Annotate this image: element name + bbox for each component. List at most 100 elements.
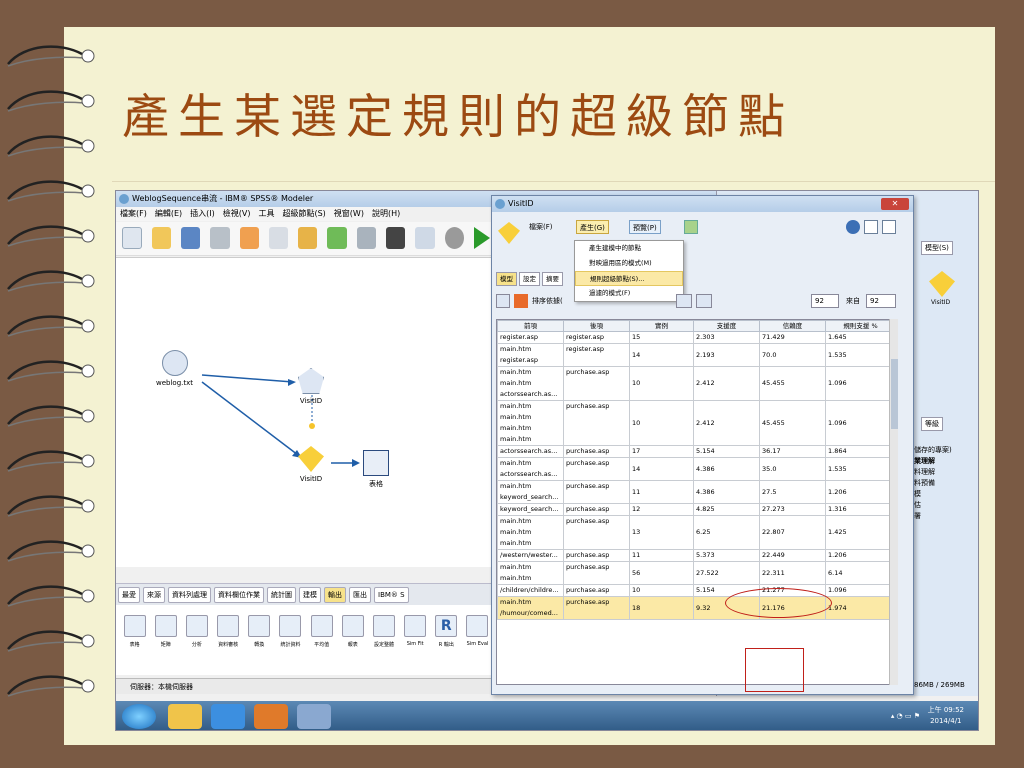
palette-data-audit[interactable]: 資料審核 [216,615,241,665]
menu-supernode[interactable]: 超級節點(S) [282,207,325,221]
node-table-output[interactable]: 表格 [363,450,389,489]
print-icon[interactable] [210,227,230,249]
menu-help[interactable]: 說明(H) [372,207,400,221]
save-icon[interactable] [180,227,201,249]
palette-tab-graphs[interactable]: 統計圖 [267,587,296,603]
palette-transform[interactable]: 轉換 [247,615,272,665]
palette-tab-export[interactable]: 匯出 [349,587,371,603]
palette-tab-field-ops[interactable]: 資料欄位作業 [214,587,264,603]
spss-task-icon[interactable] [297,704,331,729]
table-row[interactable]: main.htm main.htm actorssearch.as... purcha… [497,366,893,401]
col-antecedent[interactable]: 前項 [497,320,564,332]
table-row[interactable]: main.htm/humour/comed... purchase.asp 18 9.… [497,596,893,620]
edit-icon[interactable] [415,227,435,249]
palette-set-globals[interactable]: 設定整體 [371,615,396,665]
palette-tab-record-ops[interactable]: 資料列處理 [168,587,211,603]
palette-sim-fit[interactable]: Sim Fit [403,615,428,665]
tree-item[interactable]: 料理解 [914,467,952,478]
palette-matrix[interactable]: 矩陣 [153,615,178,665]
node-sequence-nugget[interactable]: VisitID [298,446,324,483]
stop-icon[interactable] [444,227,464,249]
export-icon[interactable] [684,220,698,234]
table-row[interactable]: main.htm register.asp register.asp 14 2.193 7… [497,343,893,367]
tab-summary[interactable]: 摘要 [542,272,563,286]
palette-statistics[interactable]: 統計資料 [278,615,303,665]
palette-sim-eval[interactable]: Sim Eval [465,615,490,665]
redo-icon[interactable] [356,227,377,249]
palette-report[interactable]: 報表 [340,615,365,665]
tab-settings[interactable]: 設定 [519,272,540,286]
table-row[interactable]: main.htm main.htm main.htm main.htm purchase… [497,400,893,446]
show-icon[interactable] [496,294,510,308]
filter-icon[interactable] [696,294,712,308]
close-icon[interactable]: ✕ [881,198,909,210]
tab-model[interactable]: 模型 [496,272,517,286]
start-icon[interactable] [122,704,156,729]
node-sequence-model[interactable]: VisitID [298,368,324,405]
help-icon[interactable] [846,220,860,234]
tree-item[interactable]: 儲存的專案) [914,445,952,456]
table-scrollbar[interactable] [889,319,898,685]
table-row[interactable]: actorssearch.as... purchase.asp 17 5.154 36.… [497,445,893,458]
dialog-menu-preview[interactable]: 預覽(P) [629,220,661,234]
palette-r-output[interactable]: R R 輸出 [434,615,459,665]
scroll-thumb[interactable] [891,359,898,429]
col-consequent[interactable]: 後項 [563,320,630,332]
menu-file[interactable]: 檔案(F) [120,207,147,221]
binoculars-icon[interactable] [386,227,406,249]
table-row[interactable]: main.htm main.htm purchase.asp 56 27.522 22.3… [497,561,893,585]
table-row[interactable]: /western/wester... purchase.asp 11 5.373 22.… [497,549,893,562]
gen-item-map-model[interactable]: 對映過用區的模式(M) [575,256,683,271]
palette-tab-modeling[interactable]: 建模 [299,587,321,603]
copy-icon[interactable] [268,227,289,249]
folder-icon[interactable] [168,704,202,729]
tree-item[interactable]: 業理解 [914,456,952,467]
maximize-icon[interactable] [882,220,896,234]
run-icon[interactable] [474,227,490,249]
undo-icon[interactable] [327,227,347,249]
node-weblog-source[interactable]: weblog.txt [156,350,193,387]
palette-tab-ibm[interactable]: IBM® S [374,587,409,603]
table-row[interactable]: main.htm actorssearch.as... purchase.asp 14… [497,457,893,481]
clock[interactable]: 上午 09:52 2014/4/1 [928,705,964,727]
palette-analysis[interactable]: 分析 [184,615,209,665]
sort-icon[interactable] [514,294,528,308]
dialog-menu-file[interactable]: 檔案(F) [526,220,556,234]
crisp-tab[interactable]: 等級 [921,417,943,431]
minimize-icon[interactable] [864,220,878,234]
models-tab[interactable]: 模型(S) [921,241,953,255]
col-instances[interactable]: 實例 [629,320,694,332]
menu-edit[interactable]: 編輯(E) [155,207,182,221]
menu-view[interactable]: 檢視(V) [223,207,251,221]
ie-icon[interactable] [211,704,245,729]
palette-table[interactable]: 表格 [122,615,147,665]
gen-item-modeling-node[interactable]: 產生建模中的節點 [575,241,683,256]
dialog-menu-generate[interactable]: 產生(G) [576,220,609,234]
table-row[interactable]: /children/childre... purchase.asp 10 5.154 2… [497,584,893,597]
menu-window[interactable]: 視窗(W) [334,207,364,221]
menu-tools[interactable]: 工具 [258,207,274,221]
gen-item-rule-supernode[interactable]: 規則超級節點(S)... [575,271,683,286]
table-row[interactable]: main.htm main.htm main.htm purchase.asp 13 6.… [497,515,893,550]
paste-icon[interactable] [298,227,318,249]
col-confidence[interactable]: 信賴度 [759,320,826,332]
tree-item[interactable]: 料預備 [914,478,952,489]
tree-item[interactable]: 估 [914,500,952,511]
cut-icon[interactable] [239,227,259,249]
tree-item[interactable]: 模 [914,489,952,500]
tree-item[interactable]: 署 [914,511,952,522]
palette-means[interactable]: 平均值 [309,615,334,665]
palette-tab-sources[interactable]: 來源 [143,587,165,603]
stream-canvas[interactable]: weblog.txt VisitID VisitID 表格 [116,257,496,567]
palette-tab-output[interactable]: 輸出 [324,587,346,603]
columns-icon[interactable] [676,294,692,308]
chrome-icon[interactable] [254,704,288,729]
table-row[interactable]: keyword_search... purchase.asp 12 4.825 27.2… [497,503,893,516]
palette-tab-favorites[interactable]: 最愛 [118,587,140,603]
table-row[interactable]: main.htm keyword_search... purchase.asp 11 4… [497,480,893,504]
col-support[interactable]: 支援度 [693,320,760,332]
col-rule-support[interactable]: 規則支援 % [825,320,893,332]
menu-insert[interactable]: 插入(I) [190,207,215,221]
new-file-icon[interactable] [122,227,142,249]
open-folder-icon[interactable] [151,227,171,249]
